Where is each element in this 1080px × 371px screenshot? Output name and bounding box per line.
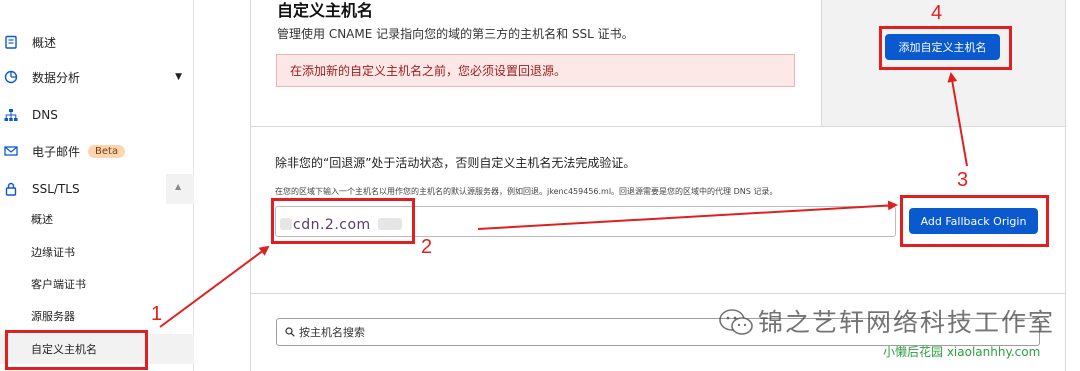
annotation-number-2: 2 [421,236,433,258]
sub-item-edge-certificates[interactable]: 边缘证书 [0,237,194,267]
mail-icon [4,144,18,158]
lock-icon [4,182,18,196]
annotation-box-3 [900,195,1049,247]
caret-up-icon: ▲ [175,182,182,191]
sidebar-item-analytics[interactable]: 数据分析 ▼ [0,62,194,92]
page-description: 管理使用 CNAME 记录指向您的域的第三方的主机名和 SSL 证书。 [277,27,634,41]
watermark-text: 锦之艺轩网络科技工作室 [758,308,1056,337]
clipboard-icon [4,35,18,49]
sidebar-item-dns[interactable]: DNS [0,100,194,130]
sidebar: 概述 数据分析 ▼ DNS 电子邮件 Beta ▲ SSL/TLS 概述 边缘证… [0,0,194,371]
wechat-logo-icon [719,309,753,335]
collapse-toggle[interactable]: ▲ [166,174,194,204]
sub-item-client-certificates[interactable]: 客户端证书 [0,269,194,299]
sub-item-origin-server[interactable]: 源服务器 [0,301,194,331]
sidebar-item-label: 数据分析 [32,70,81,85]
page-title: 自定义主机名 [277,1,374,20]
watermark-subtext: 小懒后花园 xiaolanhhy.com [883,345,1041,359]
sidebar-item-ssl[interactable]: SSL/TLS [0,174,166,204]
annotation-box-4 [879,26,1012,70]
fallback-notice: 除非您的“回退源”处于活动状态，否则自定义主机名无法完成验证。 [275,156,636,170]
fallback-help-text: 在您的区域下输入一个主机名以用作您的主机名的默认源服务器，例如回退。jkenc4… [275,187,778,196]
caret-down-icon: ▼ [175,72,182,82]
search-icon [285,327,295,337]
beta-badge: Beta [88,144,126,158]
annotation-number-1: 1 [151,303,163,325]
annotation-box-2 [271,198,415,244]
annotation-number-4: 4 [931,2,943,24]
sub-item-overview[interactable]: 概述 [0,204,194,234]
sidebar-item-label: 电子邮件 [32,144,81,159]
annotation-box-1 [5,330,148,370]
search-placeholder: 按主机名搜索 [299,326,365,339]
sidebar-item-overview[interactable]: 概述 [0,27,194,57]
annotation-number-3: 3 [957,169,969,191]
clock-chart-icon [4,70,18,84]
sidebar-item-label: 概述 [32,35,57,50]
sidebar-item-label: SSL/TLS [32,182,80,196]
warning-banner: 在添加新的自定义主机名之前，您必须设置回退源。 [276,54,795,87]
sidebar-item-email[interactable]: 电子邮件 Beta [0,136,194,166]
sidebar-item-label: DNS [32,108,58,122]
network-icon [4,108,18,122]
